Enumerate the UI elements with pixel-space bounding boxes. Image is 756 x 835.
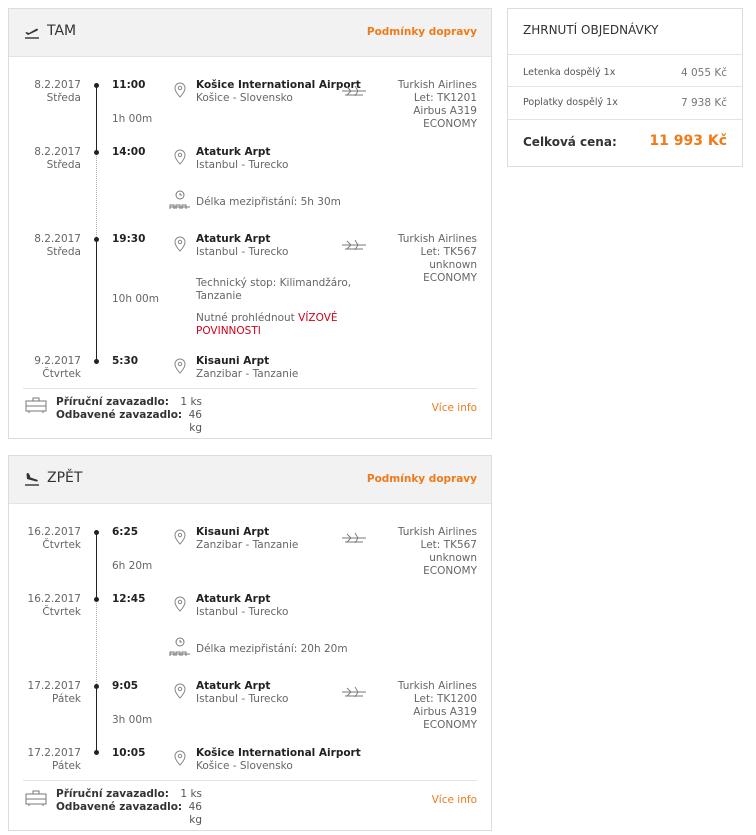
segment-airport: Kisauni Arpt Zanzibar - Tanzanie bbox=[196, 355, 299, 380]
total-price: 11 993 Kč bbox=[649, 133, 727, 149]
baggage-labels: Příruční zavazadlo: Odbavené zavazadlo: bbox=[56, 396, 183, 421]
conditions-link[interactable]: Podmínky dopravy bbox=[367, 26, 477, 38]
segment-airport: Kisauni Arpt Zanzibar - Tanzanie bbox=[196, 526, 299, 551]
flight-duration: 6h 20m bbox=[112, 560, 153, 572]
segment-date: 17.2.2017 Pátek bbox=[27, 680, 81, 705]
segment-time: 5:30 bbox=[112, 355, 139, 367]
divider bbox=[23, 780, 477, 781]
segment-airport: Ataturk Arpt Istanbul - Turecko bbox=[196, 593, 289, 618]
location-pin-icon bbox=[174, 236, 186, 252]
more-info-link[interactable]: Více info bbox=[432, 402, 477, 414]
summary-title: ZHRNUTÍ OBJEDNÁVKY bbox=[508, 9, 742, 55]
plane-icon bbox=[342, 239, 366, 251]
segment-date: 8.2.2017 Středa bbox=[34, 233, 81, 258]
segment-airport: Košice International Airport Košice - Slo… bbox=[196, 79, 361, 104]
inbound-title: ZPĚT bbox=[47, 470, 83, 486]
divider bbox=[508, 86, 742, 87]
segment-date: 17.2.2017 Pátek bbox=[27, 747, 81, 772]
segment-airline: Turkish Airlines Let: TK1200 Airbus A319 EC… bbox=[397, 680, 477, 731]
layover-duration: Délka mezipřistání: 5h 30m bbox=[196, 196, 341, 208]
segment-airline: Turkish Airlines Let: TK1201 Airbus A319 EC… bbox=[397, 79, 477, 130]
segment-date: 16.2.2017 Čtvrtek bbox=[27, 526, 81, 551]
flight-duration: 3h 00m bbox=[112, 714, 153, 726]
timeline-line bbox=[96, 687, 97, 753]
segment-time: 10:05 bbox=[112, 747, 146, 759]
timeline-line bbox=[96, 240, 97, 364]
segment-date: 9.2.2017 Čtvrtek bbox=[34, 355, 81, 380]
baggage-values: 1 ks 46 kg bbox=[180, 396, 202, 434]
timeline-dot bbox=[94, 530, 99, 535]
timeline-layover-line bbox=[96, 153, 97, 241]
segment-time: 14:00 bbox=[112, 146, 146, 158]
segment-time: 12:45 bbox=[112, 593, 146, 605]
timeline-line bbox=[96, 85, 97, 151]
takeoff-icon bbox=[25, 28, 39, 39]
landing-icon bbox=[25, 473, 39, 486]
timeline-dot bbox=[94, 83, 99, 88]
divider bbox=[23, 388, 477, 389]
flight-duration: 10h 00m bbox=[112, 293, 159, 305]
segment-time: 19:30 bbox=[112, 233, 146, 245]
order-summary: ZHRNUTÍ OBJEDNÁVKY Letenka dospělý 1x 4 0… bbox=[507, 8, 743, 167]
inbound-card: ZPĚT Podmínky dopravy 16.2.2017 Čtvrtek 6… bbox=[8, 455, 492, 831]
segment-date: 8.2.2017 Středa bbox=[34, 79, 81, 104]
segment-date: 16.2.2017 Čtvrtek bbox=[27, 593, 81, 618]
segment-airport: Ataturk Arpt Istanbul - Turecko bbox=[196, 146, 289, 171]
timeline-dot bbox=[94, 150, 99, 155]
plane-icon bbox=[342, 532, 366, 544]
segment-airport: Ataturk Arpt Istanbul - Turecko bbox=[196, 233, 289, 258]
layover-waiting-icon bbox=[169, 637, 190, 656]
timeline-dot bbox=[94, 597, 99, 602]
location-pin-icon bbox=[174, 149, 186, 165]
timeline-dot bbox=[94, 750, 99, 755]
divider bbox=[508, 119, 742, 120]
location-pin-icon bbox=[174, 750, 186, 766]
segment-time: 9:05 bbox=[112, 680, 139, 692]
timeline-dot bbox=[94, 684, 99, 689]
layover-duration: Délka mezipřistání: 20h 20m bbox=[196, 643, 348, 655]
timeline-line bbox=[96, 532, 97, 598]
segment-airport: Košice International Airport Košice - Slo… bbox=[196, 747, 361, 772]
segment-airline: Turkish Airlines Let: TK567 unknown ECONOMY bbox=[397, 233, 477, 284]
more-info-link[interactable]: Více info bbox=[432, 794, 477, 806]
technical-stop: Technický stop: Kilimandžáro, Tanzanie bbox=[196, 277, 352, 302]
timeline-dot bbox=[94, 237, 99, 242]
conditions-link[interactable]: Podmínky dopravy bbox=[367, 473, 477, 485]
baggage-values: 1 ks 46 kg bbox=[180, 788, 202, 826]
location-pin-icon bbox=[174, 683, 186, 699]
outbound-title: TAM bbox=[47, 23, 77, 39]
baggage-labels: Příruční zavazadlo: Odbavené zavazadlo: bbox=[56, 788, 183, 813]
inbound-header: ZPĚT Podmínky dopravy bbox=[9, 456, 491, 504]
segment-time: 6:25 bbox=[112, 526, 139, 538]
luggage-icon bbox=[25, 397, 47, 413]
outbound-header: TAM Podmínky dopravy bbox=[9, 9, 491, 57]
location-pin-icon bbox=[174, 596, 186, 612]
outbound-card: TAM Podmínky dopravy 8.2.2017 Středa 11:0… bbox=[8, 8, 492, 439]
location-pin-icon bbox=[174, 529, 186, 545]
segment-airport: Ataturk Arpt Istanbul - Turecko bbox=[196, 680, 289, 705]
layover-waiting-icon bbox=[169, 190, 190, 209]
timeline-dot bbox=[94, 359, 99, 364]
plane-icon bbox=[342, 686, 366, 698]
segment-date: 8.2.2017 Středa bbox=[34, 146, 81, 171]
segment-time: 11:00 bbox=[112, 79, 146, 91]
summary-ticket-row: Letenka dospělý 1x 4 055 Kč bbox=[523, 67, 727, 79]
summary-fees-row: Poplatky dospělý 1x 7 938 Kč bbox=[523, 97, 727, 109]
summary-total-row: Celková cena: 11 993 Kč bbox=[523, 133, 727, 149]
location-pin-icon bbox=[174, 358, 186, 374]
flight-duration: 1h 00m bbox=[112, 113, 153, 125]
visa-notice: Nutné prohlédnout VÍZOVÉ POVINNOSTI bbox=[196, 312, 338, 337]
timeline-layover-line bbox=[96, 600, 97, 688]
segment-airline: Turkish Airlines Let: TK567 unknown ECONOMY bbox=[397, 526, 477, 577]
luggage-icon bbox=[25, 790, 47, 806]
location-pin-icon bbox=[174, 82, 186, 98]
plane-icon bbox=[342, 85, 366, 97]
